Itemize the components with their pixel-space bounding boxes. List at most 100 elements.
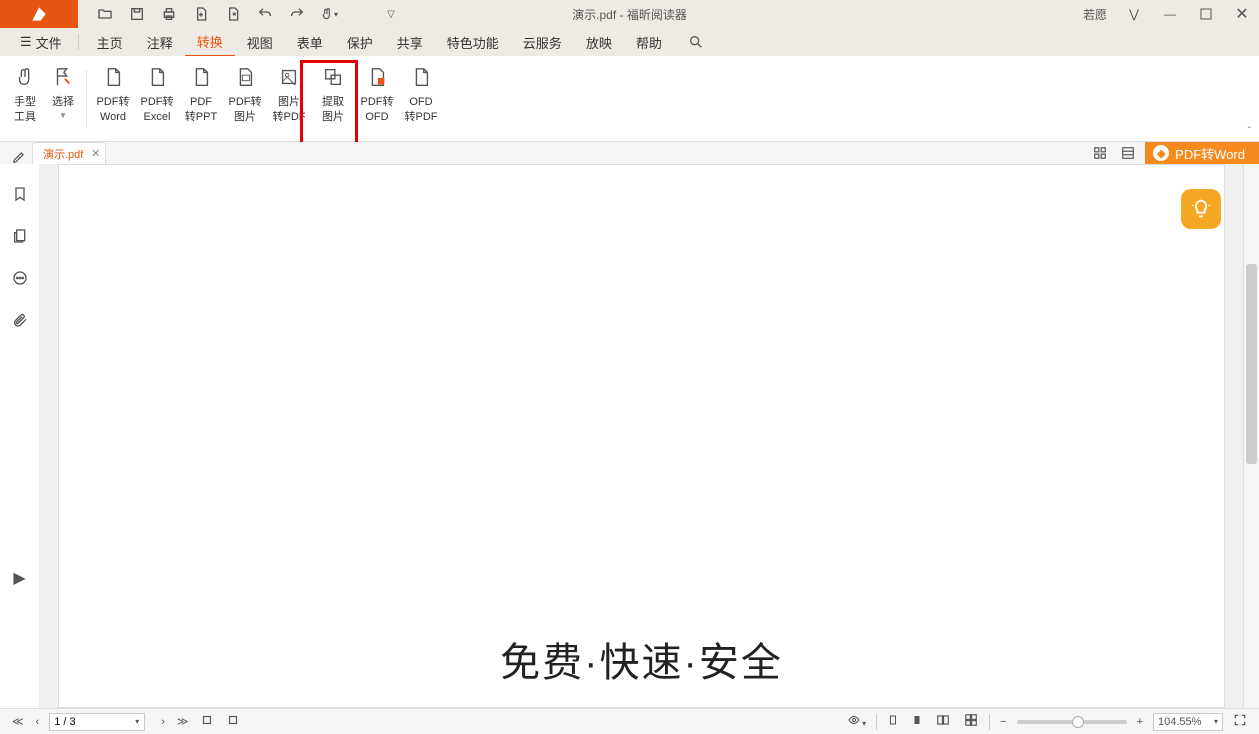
tab-cloud[interactable]: 云服务	[511, 29, 574, 56]
undo-button[interactable]	[256, 5, 274, 23]
tab-convert[interactable]: 转换	[185, 28, 235, 57]
document-tab[interactable]: 演示.pdf ✕	[32, 142, 106, 164]
title-right-controls: 若愿 ⋁ — ✕	[1083, 5, 1251, 23]
redo-button[interactable]	[288, 5, 306, 23]
print-button[interactable]	[160, 5, 178, 23]
facing-continuous-view-button[interactable]	[961, 713, 981, 730]
collapse-ribbon-button[interactable]: ˆ	[1248, 126, 1251, 137]
rotate-right-button[interactable]	[224, 713, 242, 730]
promo-icon: ◆	[1153, 145, 1169, 161]
page-viewport[interactable]: 免费·快速·安全	[40, 164, 1243, 708]
ofd-file-icon	[410, 65, 432, 89]
main-area: ▶ 免费·快速·安全	[0, 164, 1259, 708]
promo-label: PDF转Word	[1175, 144, 1245, 163]
tab-form[interactable]: 表单	[285, 29, 335, 56]
new-file-button[interactable]	[192, 5, 210, 23]
divider	[86, 70, 87, 128]
first-page-button[interactable]: ≪	[10, 715, 26, 728]
search-button[interactable]	[686, 32, 706, 52]
dropdown-caret: ▼	[59, 110, 67, 121]
extract-image-icon	[322, 65, 344, 89]
status-bar: ≪ ‹ ▾ › ≫ ▾ − + 104.55% ▾	[0, 708, 1259, 734]
file-word-icon	[102, 65, 124, 89]
zoom-slider[interactable]	[1017, 720, 1127, 724]
document-tabs: 演示.pdf ✕ ◆ PDF转Word	[0, 142, 1259, 164]
fullscreen-button[interactable]	[1231, 713, 1249, 730]
select-icon	[52, 65, 74, 89]
single-page-view-button[interactable]	[885, 713, 901, 730]
zoom-slider-knob[interactable]	[1072, 716, 1084, 728]
minimize-button[interactable]: —	[1161, 5, 1179, 23]
rotate-left-button[interactable]	[198, 713, 216, 730]
pages-panel-button[interactable]	[10, 226, 30, 246]
export-file-button[interactable]	[224, 5, 242, 23]
comments-panel-button[interactable]	[10, 268, 30, 288]
maximize-button[interactable]	[1197, 5, 1215, 23]
pdf-to-ofd-button[interactable]: PDF转 OFD	[355, 61, 399, 137]
file-menu[interactable]: ☰ 文件	[10, 33, 72, 52]
close-tab-button[interactable]: ✕	[91, 147, 100, 160]
tab-help[interactable]: 帮助	[624, 29, 674, 56]
save-button[interactable]	[128, 5, 146, 23]
pdf-to-image-button[interactable]: PDF转 图片	[223, 61, 267, 137]
user-dropdown[interactable]: ⋁	[1125, 5, 1143, 23]
user-name[interactable]: 若愿	[1083, 6, 1107, 23]
divider	[78, 34, 79, 50]
file-ppt-icon	[190, 65, 212, 89]
app-logo[interactable]	[0, 0, 78, 28]
last-page-button[interactable]: ≫	[175, 715, 191, 728]
page-slogan-text: 免费·快速·安全	[500, 630, 783, 688]
qat-dropdown-button[interactable]: ▽	[382, 5, 400, 23]
vertical-scrollbar[interactable]	[1243, 164, 1259, 708]
zoom-value-input[interactable]: 104.55% ▾	[1153, 713, 1223, 731]
prev-page-button[interactable]: ‹	[34, 716, 42, 728]
promo-pdf-to-word-button[interactable]: ◆ PDF转Word	[1145, 142, 1259, 164]
pdf-to-excel-button[interactable]: PDF转 Excel	[135, 61, 179, 137]
next-page-button[interactable]: ›	[159, 716, 167, 728]
tab-view[interactable]: 视图	[235, 29, 285, 56]
expand-sidebar-button[interactable]: ▶	[10, 568, 30, 588]
facing-view-button[interactable]	[933, 713, 953, 730]
zoom-caret: ▾	[1214, 717, 1218, 726]
file-menu-label: 文件	[36, 33, 62, 52]
tab-share[interactable]: 共享	[385, 29, 435, 56]
tab-protect[interactable]: 保护	[335, 29, 385, 56]
pdf-to-ppt-button[interactable]: PDF 转PPT	[179, 61, 223, 137]
tip-bulb-button[interactable]	[1181, 189, 1221, 229]
divider	[989, 714, 990, 730]
hand-gesture-button[interactable]: ▾	[320, 5, 338, 23]
tab-comment[interactable]: 注释	[135, 29, 185, 56]
title-bar: ▾ ▽ 演示.pdf - 福昕阅读器 若愿 ⋁ — ✕	[0, 0, 1259, 28]
image-to-pdf-button[interactable]: 图片 转PDF	[267, 61, 311, 137]
zoom-in-button[interactable]: +	[1135, 716, 1145, 728]
scrollbar-thumb[interactable]	[1246, 264, 1257, 464]
window-title: 演示.pdf - 福昕阅读器	[572, 6, 687, 23]
hand-tool-button[interactable]: 手型 工具	[6, 61, 44, 137]
bulb-icon	[1190, 198, 1212, 220]
divider	[876, 714, 877, 730]
list-view-button[interactable]	[1117, 143, 1139, 163]
tab-features[interactable]: 特色功能	[435, 29, 511, 56]
continuous-view-button[interactable]	[909, 713, 925, 730]
hamburger-icon: ☰	[20, 34, 32, 50]
foxit-logo-icon	[29, 4, 49, 24]
extract-image-button[interactable]: 提取 图片	[311, 61, 355, 137]
close-button[interactable]: ✕	[1233, 5, 1251, 23]
tab-present[interactable]: 放映	[574, 29, 624, 56]
attachments-panel-button[interactable]	[10, 310, 30, 330]
page-input-caret[interactable]: ▾	[135, 717, 139, 726]
edit-tool-button[interactable]	[6, 150, 32, 164]
thumbnails-grid-button[interactable]	[1089, 143, 1111, 163]
page-number-input[interactable]	[49, 713, 145, 731]
tab-home[interactable]: 主页	[85, 29, 135, 56]
bookmark-panel-button[interactable]	[10, 184, 30, 204]
select-tool-button[interactable]: 选择 ▼	[44, 61, 82, 137]
document-tab-label: 演示.pdf	[43, 146, 83, 162]
zoom-value-label: 104.55%	[1158, 716, 1201, 728]
visibility-button[interactable]: ▾	[844, 714, 868, 729]
open-file-button[interactable]	[96, 5, 114, 23]
pdf-to-word-button[interactable]: PDF转 Word	[91, 61, 135, 137]
ofd-to-pdf-button[interactable]: OFD 转PDF	[399, 61, 443, 137]
zoom-out-button[interactable]: −	[998, 716, 1008, 728]
quick-access-toolbar: ▾ ▽	[96, 5, 400, 23]
